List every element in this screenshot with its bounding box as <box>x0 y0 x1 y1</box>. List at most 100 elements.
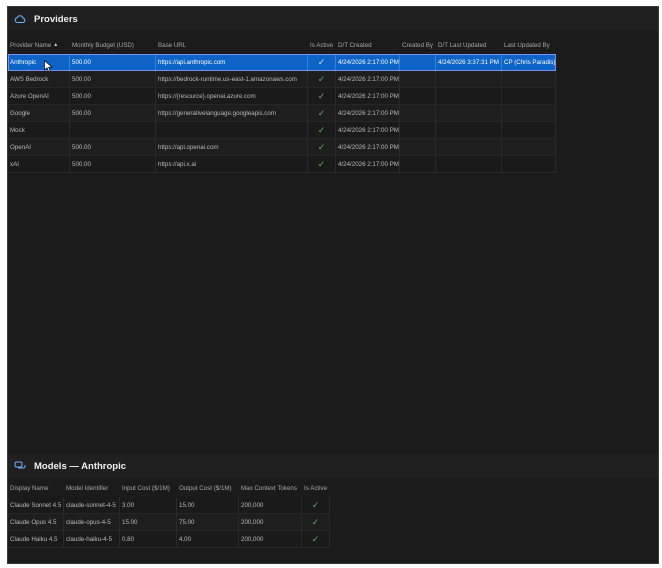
column-header-last-updated-by[interactable]: Last Updated By <box>502 36 556 54</box>
model-cell-ctx[interactable]: 200,000 <box>239 497 302 513</box>
provider-cell-updated[interactable] <box>436 139 502 155</box>
provider-cell-created-by[interactable] <box>400 54 436 70</box>
provider-cell-name[interactable]: Mock <box>8 122 70 138</box>
models-grid[interactable]: Display Name Model Identifier Input Cost… <box>8 479 330 548</box>
provider-cell-budget[interactable] <box>70 122 156 138</box>
provider-row[interactable]: Azure OpenAI 500.00 https://{resource}.ope… <box>8 88 556 105</box>
provider-cell-created[interactable]: 4/24/2026 2:17:00 PM <box>336 105 400 121</box>
provider-cell-created-by[interactable] <box>400 105 436 121</box>
provider-cell-budget[interactable]: 500.00 <box>70 54 156 70</box>
model-cell-display[interactable]: Claude Haiku 4.5 <box>8 531 64 547</box>
column-header-max-context-tokens[interactable]: Max Context Tokens <box>239 479 302 497</box>
provider-row[interactable]: Mock ✓ 4/24/2026 2:17:00 PM <box>8 122 556 139</box>
model-cell-input[interactable]: 0.80 <box>120 531 177 547</box>
provider-cell-budget[interactable]: 500.00 <box>70 139 156 155</box>
provider-row[interactable]: AWS Bedrock 500.00 https://bedrock-runtime… <box>8 71 556 88</box>
column-header-dt-created[interactable]: D/T Created <box>336 36 400 54</box>
provider-cell-updated-by[interactable] <box>502 139 556 155</box>
providers-grid[interactable]: Provider Name ▲ Monthly Budget (USD) Bas… <box>8 36 556 173</box>
provider-cell-updated-by[interactable] <box>502 156 556 172</box>
provider-cell-active[interactable]: ✓ <box>308 156 336 172</box>
model-cell-ident[interactable]: claude-opus-4-5 <box>64 514 120 530</box>
provider-cell-created-by[interactable] <box>400 122 436 138</box>
provider-cell-name[interactable]: AWS Bedrock <box>8 71 70 87</box>
provider-cell-updated[interactable]: 4/24/2026 3:37:31 PM <box>436 54 502 70</box>
provider-row[interactable]: Anthropic 500.00 https://api.anthropic.com… <box>8 54 556 71</box>
provider-cell-updated-by[interactable] <box>502 122 556 138</box>
provider-cell-budget[interactable]: 500.00 <box>70 156 156 172</box>
provider-cell-url[interactable]: https://api.x.ai <box>156 156 308 172</box>
model-cell-ctx[interactable]: 200,000 <box>239 531 302 547</box>
provider-cell-budget[interactable]: 500.00 <box>70 88 156 104</box>
provider-cell-created[interactable]: 4/24/2026 2:17:00 PM <box>336 122 400 138</box>
provider-cell-created[interactable]: 4/24/2026 2:17:00 PM <box>336 71 400 87</box>
model-row[interactable]: Claude Sonnet 4.5 claude-sonnet-4-5 3.00 15… <box>8 497 330 514</box>
provider-cell-updated[interactable] <box>436 156 502 172</box>
model-cell-ident[interactable]: claude-haiku-4-5 <box>64 531 120 547</box>
model-cell-display[interactable]: Claude Sonnet 4.5 <box>8 497 64 513</box>
provider-cell-updated[interactable] <box>436 122 502 138</box>
provider-cell-url[interactable]: https://api.anthropic.com <box>156 54 308 70</box>
provider-cell-updated-by[interactable] <box>502 105 556 121</box>
column-header-provider-name[interactable]: Provider Name ▲ <box>8 36 70 54</box>
provider-cell-created-by[interactable] <box>400 88 436 104</box>
provider-cell-active[interactable]: ✓ <box>308 88 336 104</box>
provider-cell-created-by[interactable] <box>400 156 436 172</box>
provider-cell-updated[interactable] <box>436 71 502 87</box>
model-cell-ident[interactable]: claude-sonnet-4-5 <box>64 497 120 513</box>
provider-cell-url[interactable]: https://api.openai.com <box>156 139 308 155</box>
column-header-dt-last-updated[interactable]: D/T Last Updated <box>436 36 502 54</box>
provider-cell-updated[interactable] <box>436 105 502 121</box>
provider-cell-created[interactable]: 4/24/2026 2:17:00 PM <box>336 88 400 104</box>
provider-row[interactable]: Google 500.00 https://generativelanguage.g… <box>8 105 556 122</box>
provider-cell-active[interactable]: ✓ <box>308 122 336 138</box>
model-cell-active[interactable]: ✓ <box>302 531 330 547</box>
model-cell-active[interactable]: ✓ <box>302 497 330 513</box>
provider-cell-created[interactable]: 4/24/2026 2:17:00 PM <box>336 54 400 70</box>
model-row[interactable]: Claude Haiku 4.5 claude-haiku-4-5 0.80 4.00… <box>8 531 330 548</box>
column-header-created-by[interactable]: Created By <box>400 36 436 54</box>
model-cell-active[interactable]: ✓ <box>302 514 330 530</box>
column-header-monthly-budget[interactable]: Monthly Budget (USD) <box>70 36 156 54</box>
provider-cell-created-by[interactable] <box>400 139 436 155</box>
provider-cell-url[interactable] <box>156 122 308 138</box>
provider-cell-budget[interactable]: 500.00 <box>70 71 156 87</box>
column-header-display-name[interactable]: Display Name <box>8 479 64 497</box>
model-cell-ctx[interactable]: 200,000 <box>239 514 302 530</box>
provider-cell-active[interactable]: ✓ <box>308 71 336 87</box>
provider-cell-updated-by[interactable]: CP (Chris Paradis) <box>502 54 556 70</box>
column-header-input-cost[interactable]: Input Cost ($/1M) <box>120 479 177 497</box>
provider-cell-created[interactable]: 4/24/2026 2:17:00 PM <box>336 156 400 172</box>
model-cell-display[interactable]: Claude Opus 4.5 <box>8 514 64 530</box>
provider-cell-updated-by[interactable] <box>502 88 556 104</box>
provider-row[interactable]: OpenAI 500.00 https://api.openai.com ✓ 4/24/… <box>8 139 556 156</box>
provider-cell-updated-by[interactable] <box>502 71 556 87</box>
model-row[interactable]: Claude Opus 4.5 claude-opus-4-5 15.00 75.00… <box>8 514 330 531</box>
provider-cell-name[interactable]: Anthropic <box>8 54 70 70</box>
column-header-models-is-active[interactable]: Is Active <box>302 479 330 497</box>
provider-cell-active[interactable]: ✓ <box>308 105 336 121</box>
provider-cell-name[interactable]: Google <box>8 105 70 121</box>
provider-cell-active[interactable]: ✓ <box>308 54 336 70</box>
provider-cell-created[interactable]: 4/24/2026 2:17:00 PM <box>336 139 400 155</box>
column-header-output-cost[interactable]: Output Cost ($/1M) <box>177 479 239 497</box>
model-cell-output[interactable]: 15.00 <box>177 497 239 513</box>
provider-row[interactable]: xAI 500.00 https://api.x.ai ✓ 4/24/2026 2:17… <box>8 156 556 173</box>
column-header-is-active[interactable]: Is Active <box>308 36 336 54</box>
provider-cell-active[interactable]: ✓ <box>308 139 336 155</box>
provider-cell-budget[interactable]: 500.00 <box>70 105 156 121</box>
model-cell-input[interactable]: 3.00 <box>120 497 177 513</box>
provider-cell-url[interactable]: https://{resource}.openai.azure.com <box>156 88 308 104</box>
column-header-model-identifier[interactable]: Model Identifier <box>64 479 120 497</box>
provider-cell-name[interactable]: xAI <box>8 156 70 172</box>
provider-cell-url[interactable]: https://bedrock-runtime.us-east-1.amazon… <box>156 71 308 87</box>
provider-cell-name[interactable]: Azure OpenAI <box>8 88 70 104</box>
model-cell-output[interactable]: 4.00 <box>177 531 239 547</box>
provider-cell-name[interactable]: OpenAI <box>8 139 70 155</box>
model-cell-input[interactable]: 15.00 <box>120 514 177 530</box>
column-header-base-url[interactable]: Base URL <box>156 36 308 54</box>
model-cell-output[interactable]: 75.00 <box>177 514 239 530</box>
provider-cell-updated[interactable] <box>436 88 502 104</box>
provider-cell-created-by[interactable] <box>400 71 436 87</box>
provider-cell-url[interactable]: https://generativelanguage.googleapis.co… <box>156 105 308 121</box>
